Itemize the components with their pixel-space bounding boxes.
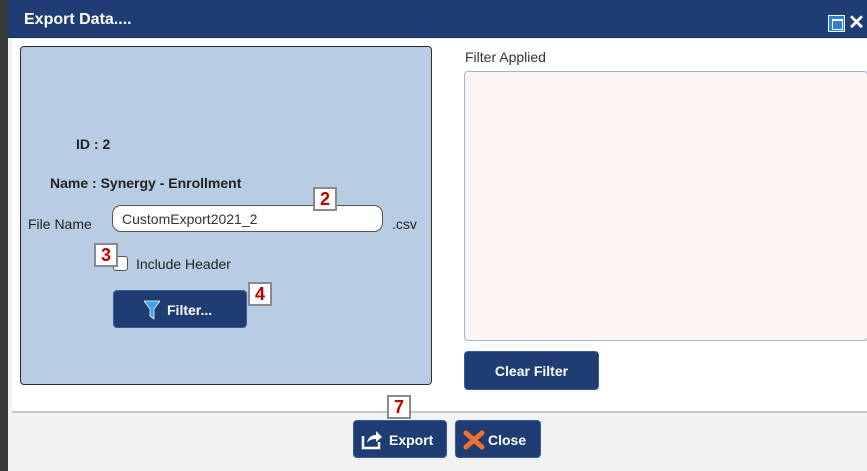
title-bar: Export Data.... ✕ bbox=[8, 0, 867, 38]
filter-button[interactable]: Filter... bbox=[113, 290, 247, 328]
file-name-label: File Name bbox=[28, 216, 92, 232]
filter-applied-box bbox=[464, 71, 867, 341]
clear-filter-button[interactable]: Clear Filter bbox=[464, 351, 599, 390]
export-button[interactable]: Export bbox=[353, 420, 447, 458]
filter-applied-title: Filter Applied bbox=[465, 49, 546, 65]
include-header-label: Include Header bbox=[136, 256, 231, 272]
step-marker-4: 4 bbox=[248, 282, 272, 306]
step-marker-2: 2 bbox=[313, 187, 337, 211]
export-icon bbox=[361, 431, 382, 450]
close-button[interactable]: Close bbox=[455, 420, 541, 458]
maximize-icon[interactable] bbox=[828, 15, 845, 32]
export-data-dialog: Export Data.... ✕ ID : 2 Name : Synergy … bbox=[0, 0, 867, 471]
export-button-label: Export bbox=[389, 432, 434, 448]
close-button-label: Close bbox=[488, 432, 527, 448]
name-label: Name : Synergy - Enrollment bbox=[50, 175, 242, 191]
x-icon bbox=[463, 430, 485, 450]
footer-divider bbox=[12, 411, 867, 413]
window-title: Export Data.... bbox=[24, 11, 132, 28]
export-settings-panel: ID : 2 Name : Synergy - Enrollment File … bbox=[20, 46, 432, 385]
step-marker-7: 7 bbox=[387, 395, 411, 419]
dialog-body: ID : 2 Name : Synergy - Enrollment File … bbox=[12, 39, 867, 411]
funnel-icon bbox=[144, 300, 160, 320]
file-extension-label: .csv bbox=[392, 216, 417, 232]
file-name-input[interactable] bbox=[112, 205, 383, 232]
id-label: ID : 2 bbox=[76, 136, 111, 152]
filter-button-label: Filter... bbox=[167, 302, 213, 318]
close-icon[interactable]: ✕ bbox=[848, 13, 865, 33]
step-marker-3: 3 bbox=[94, 243, 118, 267]
